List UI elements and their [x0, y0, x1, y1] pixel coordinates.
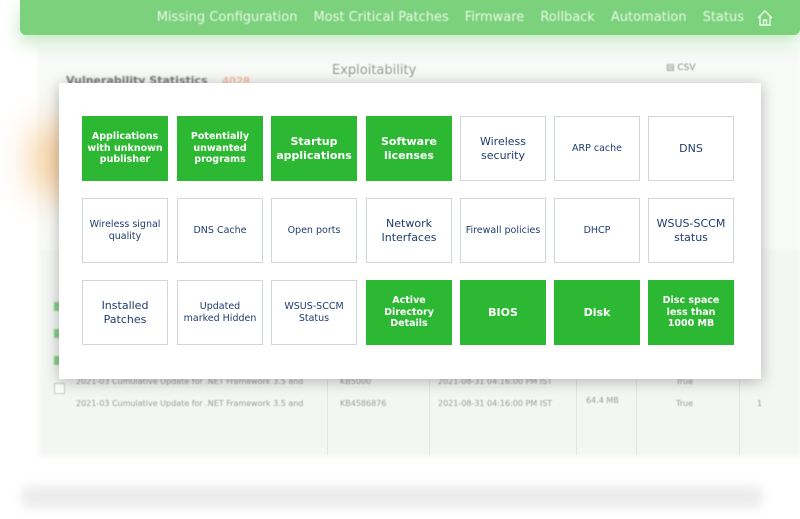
tile-label: Network Interfaces [381, 216, 437, 244]
tile-label: DHCP [583, 224, 611, 236]
tile-startup-applications[interactable]: Startup applications [271, 116, 357, 181]
tile-label: WSUS-SCCM Status [284, 300, 344, 324]
csv-export-button[interactable]: ▤ CSV [666, 63, 696, 73]
tile-bios[interactable]: BIOS [460, 280, 546, 345]
top-navigation: Missing Configuration Most Critical Patc… [20, 0, 800, 35]
row-flag: True [676, 399, 693, 408]
tile-arp-cache[interactable]: ARP cache [554, 116, 640, 181]
nav-missing-configuration[interactable]: Missing Configuration [157, 10, 298, 25]
row-checkbox[interactable] [54, 383, 65, 394]
tile-software-licenses[interactable]: Software licenses [366, 116, 452, 181]
row-number: 1 [757, 399, 763, 408]
nav-rollback[interactable]: Rollback [540, 10, 595, 25]
tile-label: Startup applications [276, 134, 352, 162]
tile-dns[interactable]: DNS [648, 116, 734, 181]
tile-label: Applications with unknown publisher [87, 130, 163, 166]
tile-label: DNS Cache [193, 224, 247, 236]
tile-wireless-signal-quality[interactable]: Wireless signal quality [82, 198, 168, 263]
tile-firewall-policies[interactable]: Firewall policies [460, 198, 546, 263]
tile-installed-patches[interactable]: Installed Patches [82, 280, 168, 345]
row-date: 2021-08-31 04:16:00 PM IST [438, 399, 553, 408]
tile-dns-cache[interactable]: DNS Cache [177, 198, 263, 263]
tile-open-ports[interactable]: Open ports [271, 198, 357, 263]
tile-label: Software licenses [381, 134, 437, 162]
tile-label: Installed Patches [101, 298, 149, 326]
tile-label: Disc space less than 1000 MB [662, 294, 720, 330]
tile-wireless-security[interactable]: Wireless security [460, 116, 546, 181]
tile-network-interfaces[interactable]: Network Interfaces [366, 198, 452, 263]
row-kb: KB4586876 [340, 399, 387, 408]
audit-categories-popup: Applications with unknown publisher Poten… [59, 83, 761, 379]
tile-label: WSUS-SCCM status [656, 216, 726, 244]
bottom-bar [22, 486, 762, 508]
nav-firmware[interactable]: Firmware [465, 10, 525, 25]
tile-label: Active Directory Details [384, 294, 434, 330]
exploitability-label: Exploitability [332, 63, 417, 78]
tile-label: BIOS [488, 305, 518, 319]
row-patch-name: 2021-03 Cumulative Update for .NET Frame… [76, 399, 304, 408]
tile-updated-marked-hidden[interactable]: Updated marked Hidden [177, 280, 263, 345]
home-icon[interactable] [756, 9, 774, 27]
tile-label: Firewall policies [465, 224, 541, 236]
tile-wsus-sccm-status[interactable]: WSUS-SCCM Status [271, 280, 357, 345]
tile-label: Wireless signal quality [89, 218, 161, 242]
tile-label: Updated marked Hidden [183, 300, 257, 324]
tile-active-directory-details[interactable]: Active Directory Details [366, 280, 452, 345]
tile-applications-with-unknown-publisher[interactable]: Applications with unknown publisher [82, 116, 168, 181]
tile-label: ARP cache [572, 142, 622, 154]
tile-label: Open ports [287, 224, 341, 236]
tile-dhcp[interactable]: DHCP [554, 198, 640, 263]
tile-disc-space-less-than-1000-mb[interactable]: Disc space less than 1000 MB [648, 280, 734, 345]
nav-most-critical-patches[interactable]: Most Critical Patches [313, 10, 448, 25]
tile-label: Wireless security [479, 134, 527, 162]
tile-label: Potentially unwanted programs [190, 130, 250, 166]
tile-wsus-sccm-status[interactable]: WSUS-SCCM status [648, 198, 734, 263]
tile-disk[interactable]: Disk [554, 280, 640, 345]
tile-label: DNS [679, 141, 703, 155]
nav-status[interactable]: Status [703, 10, 744, 25]
nav-automation[interactable]: Automation [611, 10, 687, 25]
tile-potentially-unwanted-programs[interactable]: Potentially unwanted programs [177, 116, 263, 181]
tile-label: Disk [583, 305, 611, 319]
row-size: 64.4 MB [586, 396, 619, 405]
csv-label: CSV [677, 63, 696, 73]
